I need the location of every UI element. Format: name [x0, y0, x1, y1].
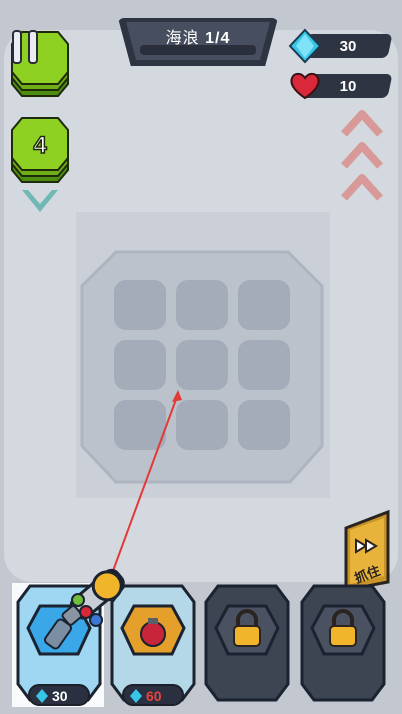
locked-slot-card[interactable] [202, 582, 292, 704]
gem-icon [288, 28, 322, 64]
wave-progress-bar [140, 45, 256, 55]
build-slot [238, 400, 290, 450]
build-slot [238, 280, 290, 330]
pause-bar-icon [12, 30, 22, 64]
exit-chevrons [341, 110, 383, 201]
wave-banner: 海浪 1/4 [118, 18, 278, 66]
heart-icon [290, 72, 320, 100]
build-slot [176, 340, 228, 390]
lives-count: 10 [339, 78, 357, 95]
build-slot [114, 400, 166, 450]
build-slot [114, 280, 166, 330]
cannon-cost: 30 [28, 684, 90, 706]
pause-bar-icon [28, 30, 38, 64]
build-slot [114, 340, 166, 390]
pause-button[interactable] [12, 30, 42, 64]
build-grid [80, 250, 324, 484]
gem-count: 30 [339, 38, 357, 55]
dragged-cannon-tower[interactable] [52, 556, 142, 638]
spawn-arrow [22, 190, 58, 212]
bomb-cost: 60 [122, 684, 184, 706]
bomb-icon [140, 621, 166, 647]
locked-slot-card[interactable] [298, 582, 388, 704]
build-slot [176, 280, 228, 330]
build-slot [176, 400, 228, 450]
build-slot [238, 340, 290, 390]
enemy-stack-count: 4 [33, 131, 48, 160]
